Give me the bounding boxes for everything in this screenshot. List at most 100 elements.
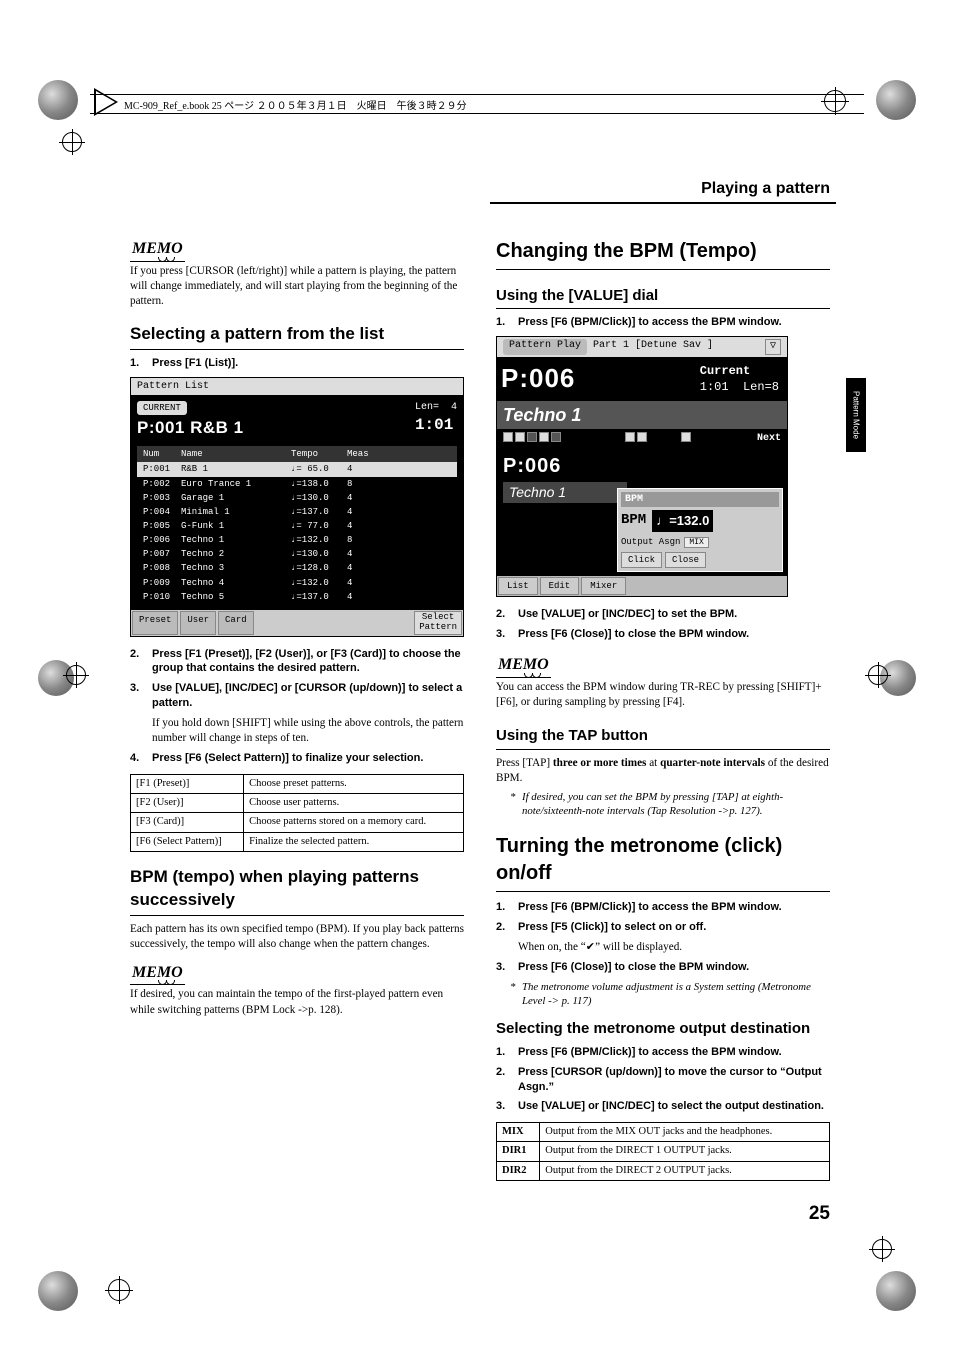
list-row: P:001R&B 1♩= 65.04	[137, 462, 457, 476]
step-text: Press [CURSOR (up/down)] to move the cur…	[518, 1065, 830, 1095]
crosshair-icon	[66, 665, 86, 685]
heading-tap-button: Using the TAP button	[496, 726, 830, 749]
bpm-popup: BPM BPM ♩=132.0 Output AsgnMIX Click Clo…	[617, 488, 783, 572]
step-number: 1.	[496, 900, 518, 915]
col-tempo: Tempo	[291, 448, 347, 460]
current-badge: CURRENT	[137, 401, 187, 415]
step-text: Press [F6 (Close)] to close the BPM wind…	[518, 627, 749, 642]
print-corner-tl	[38, 80, 78, 120]
list-row: P:010Techno 5♩=137.04	[137, 590, 457, 604]
body-text: Press [TAP] three or more times at quart…	[496, 756, 830, 786]
step-text: Press [F6 (Select Pattern)] to finalize …	[152, 751, 423, 766]
chip-icon: ▽	[765, 339, 781, 355]
crosshair-icon	[872, 1239, 892, 1259]
step-note: When on, the “✔” will be displayed.	[518, 940, 830, 955]
card-button: Card	[218, 611, 254, 635]
len-label: Len=	[415, 402, 439, 413]
step-text: Press [F5 (Click)] to select on or off.	[518, 920, 706, 935]
crosshair-icon	[868, 665, 888, 685]
step-text: Press [F6 (BPM/Click)] to access the BPM…	[518, 315, 782, 330]
step-number: 3.	[496, 960, 518, 975]
body-text: Each pattern has its own specified tempo…	[130, 922, 464, 952]
screenshot-title: Pattern List	[131, 378, 463, 396]
step-text: Press [F6 (Close)] to close the BPM wind…	[518, 960, 749, 975]
list-row: P:006Techno 1♩=132.08	[137, 533, 457, 547]
function-table: [F1 (Preset)]Choose preset patterns.[F2 …	[130, 774, 464, 852]
side-tab: Pattern Mode	[846, 378, 866, 452]
click-button: Click	[621, 552, 662, 568]
step-number: 1.	[130, 356, 152, 371]
step-note: If you hold down [SHIFT] while using the…	[152, 716, 464, 746]
col-name: Name	[181, 448, 291, 460]
list-row: P:007Techno 2♩=130.04	[137, 547, 457, 561]
list-row: P:003Garage 1♩=130.04	[137, 491, 457, 505]
step-text: Use [VALUE] or [INC/DEC] to set the BPM.	[518, 607, 737, 622]
position: 1:01	[415, 416, 453, 434]
memo-text: If desired, you can maintain the tempo o…	[130, 987, 464, 1017]
pattern-name: Techno 1	[497, 401, 787, 429]
heading-bpm-successive: BPM (tempo) when playing patterns succes…	[130, 866, 464, 916]
heading-value-dial: Using the [VALUE] dial	[496, 286, 830, 309]
user-button: User	[180, 611, 216, 635]
mix-value: MIX	[684, 537, 708, 548]
current-label: Current	[700, 363, 779, 379]
close-button: Close	[665, 552, 706, 568]
pattern-name-next: Techno 1	[503, 482, 627, 503]
bpm-popup-title: BPM	[621, 492, 779, 508]
crosshair-icon	[108, 1279, 130, 1301]
heading-metronome: Turning the metronome (click) on/off	[496, 833, 830, 892]
col-num: Num	[143, 448, 181, 460]
note-text: If desired, you can set the BPM by press…	[522, 790, 830, 819]
asterisk-icon: *	[510, 980, 522, 1009]
step-number: 2.	[496, 607, 518, 622]
step-number: 2.	[130, 647, 152, 677]
table-row: MIXOutput from the MIX OUT jacks and the…	[497, 1123, 830, 1142]
section-header: Playing a pattern	[490, 180, 836, 204]
len-value: 4	[451, 402, 457, 413]
detune-label: [Detune Sav ]	[635, 339, 713, 355]
position: 1:01	[700, 380, 729, 394]
table-row: [F6 (Select Pattern)]Finalize the select…	[131, 832, 464, 851]
page-number: 25	[496, 1201, 830, 1227]
pattern-name: P:001 R&B 1	[137, 417, 457, 440]
note-text: The metronome volume adjustment is a Sys…	[522, 980, 830, 1009]
list-row: P:004Minimal 1♩=137.04	[137, 505, 457, 519]
table-row: [F1 (Preset)]Choose preset patterns.	[131, 775, 464, 794]
step-number: 3.	[130, 681, 152, 711]
crosshair-icon	[62, 132, 82, 152]
step-number: 1.	[496, 1045, 518, 1060]
memo-text: You can access the BPM window during TR-…	[496, 680, 830, 710]
screenshot-title: Pattern Play	[503, 339, 587, 355]
heading-metronome-output: Selecting the metronome output destinati…	[496, 1019, 830, 1039]
print-corner-bl	[38, 1271, 78, 1311]
memo-icon: MEMO	[130, 962, 185, 986]
list-row: P:005G-Funk 1♩= 77.04	[137, 519, 457, 533]
asterisk-icon: *	[510, 790, 522, 819]
pattern-number: P:006	[501, 361, 575, 396]
col-meas: Meas	[347, 448, 377, 460]
list-button: List	[498, 577, 538, 595]
step-number: 2.	[496, 1065, 518, 1095]
pattern-number-next: P:006	[503, 453, 561, 480]
preset-button: Preset	[132, 611, 178, 635]
memo-text: If you press [CURSOR (left/right)] while…	[130, 264, 464, 309]
output-table: MIXOutput from the MIX OUT jacks and the…	[496, 1122, 830, 1181]
screenshot-pattern-list: Pattern List CURRENT Len= 4 1:01 P:001 R&…	[130, 377, 464, 637]
list-row: P:008Techno 3♩=128.04	[137, 561, 457, 575]
screenshot-pattern-play: Pattern Play Part 1 [Detune Sav ] ▽ P:00…	[496, 336, 788, 597]
table-row: DIR2Output from the DIRECT 2 OUTPUT jack…	[497, 1161, 830, 1180]
heading-select-pattern-list: Selecting a pattern from the list	[130, 323, 464, 350]
memo-icon: MEMO	[496, 654, 551, 678]
part-label: Part 1	[593, 339, 629, 355]
list-row: P:009Techno 4♩=132.04	[137, 576, 457, 590]
step-number: 2.	[496, 920, 518, 935]
print-header: MC-909_Ref_e.book 25 ページ ２００５年３月１日 火曜日 午…	[90, 94, 864, 114]
print-corner-tr	[876, 80, 916, 120]
step-number: 4.	[130, 751, 152, 766]
output-asgn-label: Output Asgn	[621, 537, 680, 547]
step-number: 1.	[496, 315, 518, 330]
next-label: Next	[757, 432, 781, 446]
table-row: DIR1Output from the DIRECT 1 OUTPUT jack…	[497, 1142, 830, 1161]
table-row: [F3 (Card)]Choose patterns stored on a m…	[131, 813, 464, 832]
mixer-button: Mixer	[581, 577, 626, 595]
